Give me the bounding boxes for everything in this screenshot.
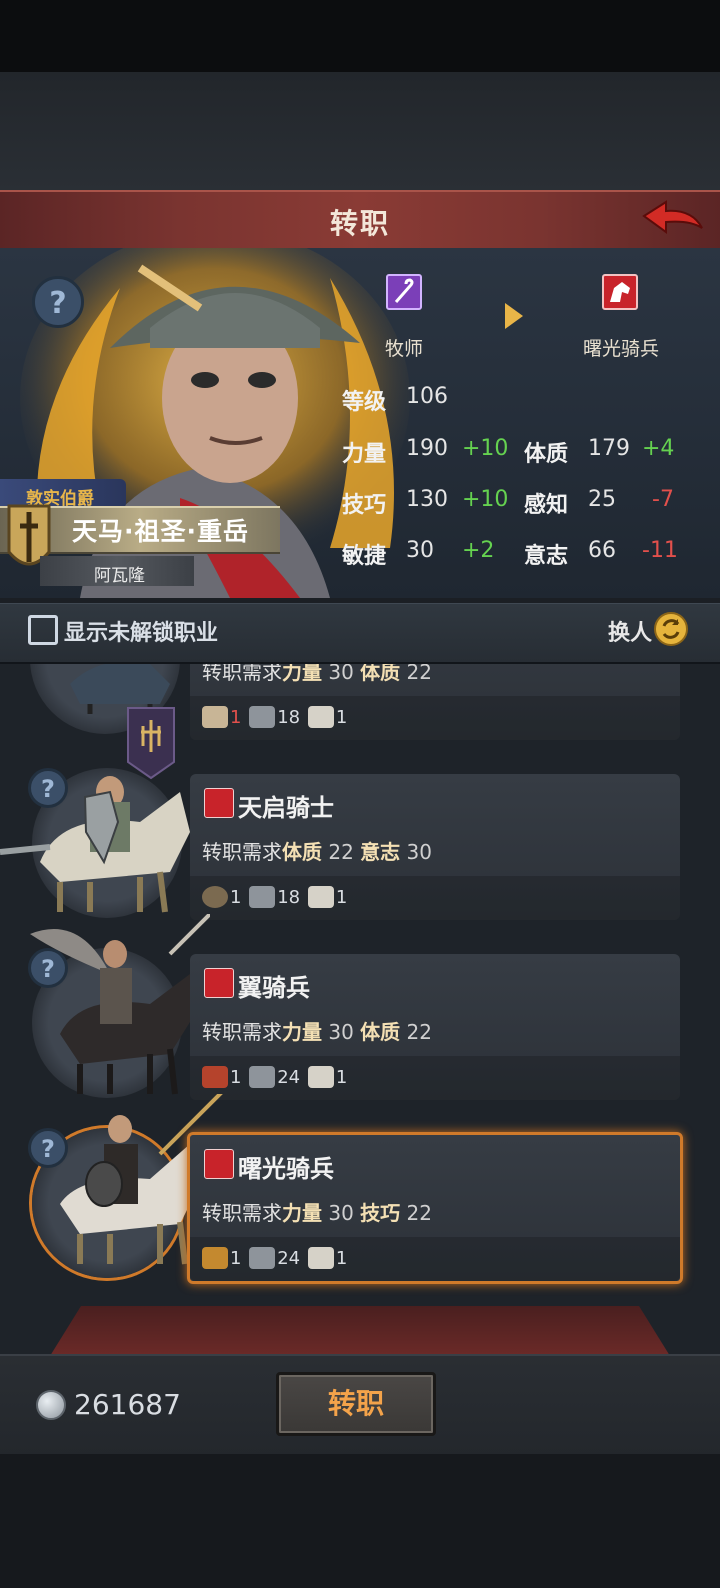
requirement-text: 转职需求体质 22 意志 30: [202, 840, 432, 864]
navigation-bar-area: [0, 1454, 720, 1588]
will-label: 意志: [524, 544, 569, 569]
class-list[interactable]: 转职需求力量 30 体质 22 1 18 1 ? 天启骑士 转职需求体质 22 …: [0, 664, 720, 1354]
page-title: 转职: [329, 207, 390, 240]
medal-icon: [202, 1066, 228, 1088]
class-card[interactable]: 翼骑兵 转职需求力量 30 体质 22 1 24 1: [190, 954, 680, 1100]
will-value: 66: [588, 538, 616, 563]
strength-delta: +10: [462, 436, 509, 461]
horse-icon: [307, 1066, 334, 1088]
show-locked-checkbox[interactable]: [28, 615, 58, 645]
perception-delta: -7: [652, 487, 674, 512]
change-class-button[interactable]: 转职: [276, 1372, 436, 1436]
agility-delta: +2: [462, 538, 495, 563]
horse-icon: [307, 886, 334, 908]
constitution-delta: +4: [642, 436, 675, 461]
requirement-text: 转职需求力量 30 体质 22: [202, 1020, 432, 1044]
agility-label: 敏捷: [342, 544, 387, 569]
arrow-right-icon: [505, 303, 523, 329]
apocalypse-knight-unit: [0, 776, 190, 913]
emblem-icon: [202, 1247, 228, 1269]
iron-ingot-icon: [249, 886, 276, 908]
horse-icon: [307, 706, 334, 728]
strength-label: 力量: [342, 442, 387, 467]
constitution-label: 体质: [524, 442, 569, 467]
footer-banner: [50, 1306, 670, 1356]
show-locked-label[interactable]: 显示未解锁职业: [64, 615, 218, 647]
skill-label: 技巧: [342, 493, 387, 518]
iron-ingot-icon: [249, 1247, 276, 1269]
class-title: 曙光骑兵: [238, 1155, 334, 1183]
horse-head-class-icon: [204, 1149, 234, 1179]
back-arrow-icon[interactable]: [642, 198, 704, 242]
swap-icon[interactable]: [654, 612, 688, 646]
materials: 1 24 1: [202, 1247, 349, 1273]
silver-coin-icon: [36, 1390, 66, 1420]
materials: 1 24 1: [202, 1066, 349, 1092]
iron-ingot-icon: [249, 1066, 276, 1088]
perception-label: 感知: [524, 493, 569, 518]
skull-icon: [202, 706, 228, 728]
background: [0, 72, 720, 190]
constitution-value: 179: [588, 436, 630, 461]
swap-hero-label[interactable]: 换人: [608, 615, 652, 647]
priest-class-icon: [386, 274, 422, 310]
current-class-label: 牧师: [385, 338, 424, 360]
class-title: 天启骑士: [238, 794, 334, 822]
class-title: 翼骑兵: [238, 974, 310, 1002]
class-card[interactable]: 转职需求力量 30 体质 22 1 18 1: [190, 664, 680, 740]
requirement-text: 转职需求力量 30 技巧 22: [202, 1201, 432, 1225]
strength-value: 190: [406, 436, 448, 461]
iron-ingot-icon: [249, 706, 276, 728]
agility-value: 30: [406, 538, 434, 563]
materials: 1 18 1: [202, 886, 349, 912]
horse-head-class-icon: [204, 968, 234, 998]
change-class-label: 转职: [327, 1387, 384, 1420]
skill-value: 130: [406, 487, 448, 512]
will-delta: -11: [642, 538, 678, 563]
materials: 1 18 1: [202, 706, 349, 732]
perception-value: 25: [588, 487, 616, 512]
level-label: 等级: [342, 390, 387, 415]
horse-head-class-icon: [602, 274, 638, 310]
hero-name: 天马·祖圣·重岳: [72, 517, 249, 546]
horse-head-class-icon: [204, 788, 234, 818]
ring-icon: [202, 886, 228, 908]
target-class-label: 曙光骑兵: [583, 338, 660, 360]
level-value: 106: [406, 384, 448, 409]
horse-icon: [307, 1247, 334, 1269]
class-card-selected[interactable]: 曙光骑兵 转职需求力量 30 技巧 22 1 24 1: [187, 1132, 683, 1284]
currency-amount: 261687: [74, 1388, 181, 1421]
requirement-text: 转职需求力量 30 体质 22: [202, 664, 432, 684]
skill-delta: +10: [462, 487, 509, 512]
hero-subtitle: 阿瓦隆: [94, 566, 145, 586]
class-card[interactable]: 天启骑士 转职需求体质 22 意志 30 1 18 1: [190, 774, 680, 920]
winged-hussar-unit: [30, 914, 210, 1095]
title-bar: 转职: [0, 190, 720, 250]
help-button[interactable]: ?: [32, 276, 84, 328]
status-bar: [0, 0, 720, 72]
